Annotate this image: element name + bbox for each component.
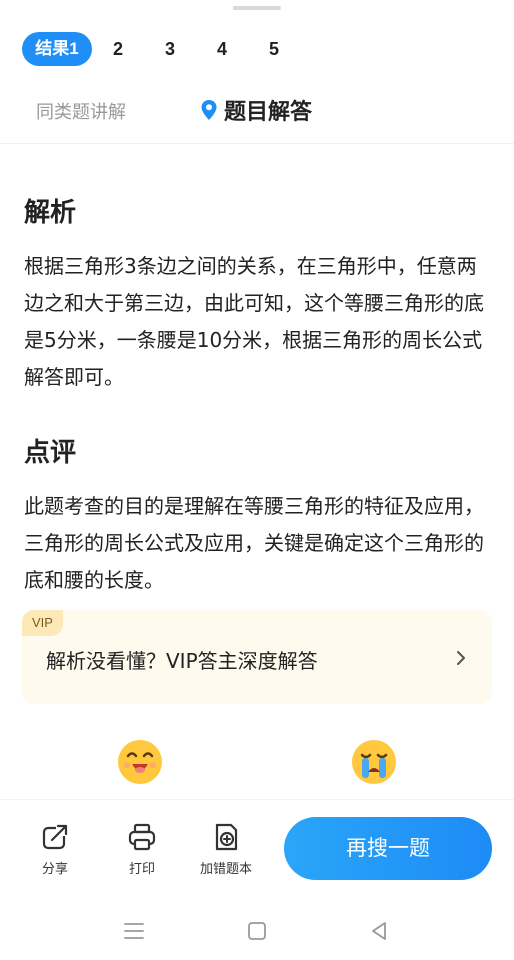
result-tabs: 结果1 2 3 4 5 [22,32,300,66]
sub-tabs: 同类题讲解 题目解答 [0,94,514,128]
comment-title: 点评 [24,438,77,468]
share-icon [42,824,68,850]
analysis-body: 根据三角形3条边之间的关系，在三角形中，任意两边之和大于第三边，由此可知，这个等… [24,254,484,389]
comment-body: 此题考查的目的是理解在等腰三角形的特征及应用，三角形的周长公式及应用，关键是确定… [24,494,484,592]
tab-question-answer[interactable]: 题目解答 [200,94,312,126]
tab-question-answer-label: 题目解答 [224,100,313,125]
tab-result-2[interactable]: 2 [92,32,144,66]
vip-badge: VIP [22,610,63,636]
add-to-wrong-book-button[interactable]: 加错题本 [200,822,252,877]
add-notebook-icon [215,823,238,851]
menu-icon[interactable] [121,918,147,944]
share-label: 分享 [41,862,68,877]
chevron-right-icon [457,651,465,665]
tab-result-5[interactable]: 5 [248,32,300,66]
vip-deep-answer-card[interactable]: VIP 解析没看懂？VIP答主深度解答 [22,610,492,704]
back-icon[interactable] [366,918,392,944]
print-label: 打印 [128,862,155,877]
header-divider [0,143,514,144]
happy-face-icon[interactable] [116,738,164,786]
system-nav-bar [0,910,514,950]
tab-result-3[interactable]: 3 [144,32,196,66]
drag-handle[interactable] [233,6,281,10]
analysis-title: 解析 [24,198,77,228]
vip-card-text: 解析没看懂？VIP答主深度解答 [46,649,318,673]
tab-similar-explanation[interactable]: 同类题讲解 [36,98,126,124]
home-icon[interactable] [244,918,270,944]
search-again-button[interactable]: 再搜一题 [284,817,492,880]
print-button[interactable]: 打印 [127,822,157,877]
tab-result-4[interactable]: 4 [196,32,248,66]
add-to-wrong-book-label: 加错题本 [200,862,253,877]
toolbar-divider [0,799,514,800]
tab-result-1[interactable]: 结果1 [22,32,92,66]
printer-icon [128,823,156,851]
crying-face-icon[interactable] [350,738,398,786]
location-pin-icon [200,99,218,121]
share-button[interactable]: 分享 [40,822,70,877]
